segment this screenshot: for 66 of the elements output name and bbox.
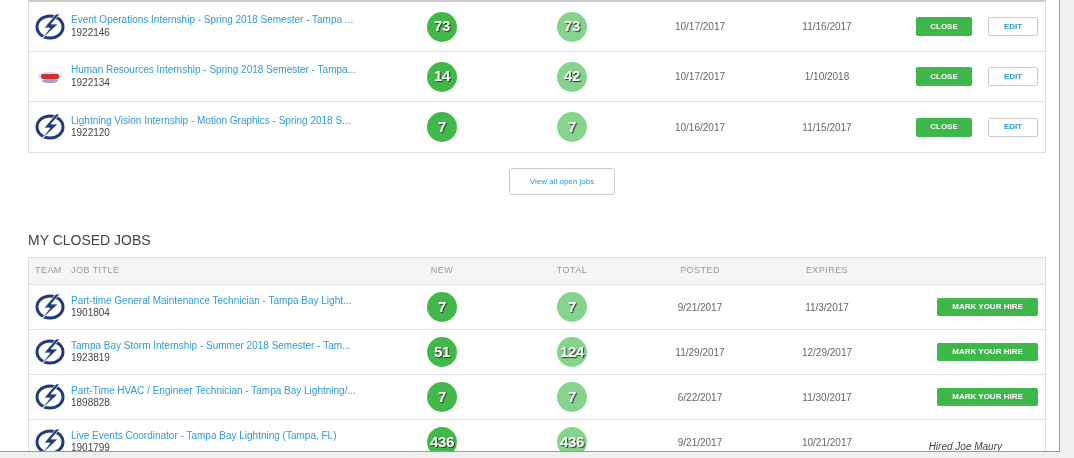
- column-header: EXPIRES: [804, 264, 850, 278]
- job-title-link[interactable]: Lightning Vision Internship - Motion Graphics - Spring 2018 S...: [71, 114, 401, 127]
- total-count-badge: 7: [557, 292, 587, 322]
- job-id: 1922146: [71, 26, 111, 39]
- close-button[interactable]: CLOSE: [916, 117, 972, 137]
- job-title-link[interactable]: Event Operations Internship - Spring 2018 Semester - Tampa ...: [71, 14, 401, 27]
- job-id: 1923819: [71, 352, 111, 365]
- close-button[interactable]: CLOSE: [916, 17, 972, 36]
- job-id: 1901804: [71, 307, 111, 320]
- posted-date: 9/21/2017: [677, 435, 723, 450]
- oval-logo-icon: [37, 69, 63, 84]
- job-id: 1922120: [71, 127, 111, 140]
- edit-button[interactable]: EDIT: [988, 67, 1038, 86]
- mark-hire-button[interactable]: MARK YOUR HIRE: [937, 298, 1038, 316]
- job-id: 1898828: [71, 397, 111, 410]
- expires-date: 12/29/2017: [801, 345, 853, 360]
- lightning-bolt-logo-icon: [34, 112, 66, 142]
- expires-date: 11/30/2017: [802, 390, 852, 405]
- job-title-link[interactable]: Part-Time HVAC / Engineer Technician - Tampa Bay Lightning/...: [71, 384, 401, 397]
- lightning-bolt-logo-icon: [34, 382, 66, 412]
- job-title-link[interactable]: Tampa Bay Storm Internship - Summer 2018 Semester - Tam...: [71, 339, 401, 352]
- column-header: POSTED: [679, 264, 721, 278]
- new-count-badge: 436: [427, 427, 457, 451]
- expires-date: 11/15/2017: [802, 120, 852, 135]
- posted-date: 9/21/2017: [677, 300, 723, 315]
- mark-hire-button[interactable]: MARK YOUR HIRE: [937, 343, 1038, 361]
- job-title-link[interactable]: Live Events Coordinator - Tampa Bay Lightning (Tampa, FL): [71, 429, 401, 442]
- new-count-badge: 73: [427, 11, 457, 42]
- column-header: TOTAL: [555, 264, 589, 278]
- new-count-badge: 14: [427, 61, 457, 92]
- total-count-badge: 73: [557, 11, 587, 42]
- total-count-badge: 436: [557, 427, 587, 451]
- job-title-link[interactable]: Human Resources Internship - Spring 2018 Semester - Tampa...: [71, 64, 401, 77]
- close-button[interactable]: CLOSE: [916, 67, 972, 86]
- job-id: 1901799: [71, 442, 111, 451]
- lightning-bolt-logo-icon: [34, 337, 66, 367]
- column-header: JOB TITLE: [71, 264, 121, 278]
- lightning-bolt-logo-icon: [34, 292, 66, 322]
- hired-note: Hired Joe Maury: [928, 439, 1002, 451]
- expires-date: 11/3/2017: [805, 300, 849, 315]
- mark-hire-button[interactable]: MARK YOUR HIRE: [937, 388, 1038, 406]
- job-id: 1922134: [71, 76, 111, 89]
- section-heading: MY CLOSED JOBS: [28, 231, 152, 250]
- view-all-button[interactable]: View all open jobs: [509, 168, 615, 195]
- column-header: NEW: [429, 264, 455, 278]
- new-count-badge: 7: [427, 292, 457, 322]
- posted-date: 10/17/2017: [674, 70, 726, 84]
- posted-date: 10/17/2017: [674, 20, 726, 34]
- job-title-link[interactable]: Part-time General Maintenance Technician - Tampa Bay Light...: [71, 294, 401, 307]
- total-count-badge: 7: [557, 112, 587, 142]
- new-count-badge: 7: [427, 382, 457, 412]
- expires-date: 10/21/2017: [801, 435, 853, 450]
- new-count-badge: 7: [427, 112, 457, 142]
- expires-date: 1/10/2018: [804, 70, 850, 84]
- posted-date: 11/29/2017: [675, 345, 725, 360]
- total-count-badge: 42: [557, 61, 587, 92]
- column-header: TEAM: [34, 264, 63, 278]
- edit-button[interactable]: EDIT: [988, 17, 1038, 36]
- lightning-bolt-logo-icon: [34, 11, 66, 42]
- total-count-badge: 7: [557, 382, 587, 412]
- new-count-badge: 51: [427, 337, 457, 367]
- posted-date: 6/22/2017: [677, 390, 723, 405]
- posted-date: 10/16/2017: [674, 120, 726, 135]
- edit-button[interactable]: EDIT: [988, 117, 1038, 137]
- expires-date: 11/16/2017: [802, 20, 852, 34]
- total-count-badge: 124: [557, 337, 587, 367]
